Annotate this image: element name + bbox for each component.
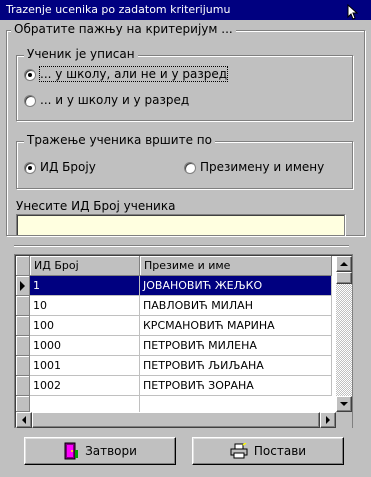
search-by-group-label: Тражење ученика вршите по (24, 133, 215, 147)
criteria-group-label: Обратите пажњу на критеријум ... (11, 22, 236, 36)
cell-id[interactable]: 10 (30, 296, 140, 316)
radio-button[interactable] (184, 162, 196, 174)
cell-name[interactable]: ЈОВАНОВИЋ ЖЕЉКО (140, 276, 332, 296)
row-indicator (16, 376, 30, 396)
mouse-cursor-icon (347, 4, 359, 20)
cell-name[interactable]: КРСМАНОВИЋ МАРИНА (140, 316, 332, 336)
scroll-down-button[interactable] (336, 396, 352, 412)
arrow-left-icon (22, 416, 26, 424)
radio-school-not-class[interactable]: ... у школу, али не и у разред (24, 66, 234, 83)
close-button-label: Затвори (85, 444, 137, 458)
cell-id[interactable]: 100 (30, 316, 140, 336)
row-indicator (16, 396, 30, 412)
table-row[interactable]: 1002 ПЕТРОВИЋ ЗОРАНА (16, 376, 332, 396)
row-indicator (16, 316, 30, 336)
row-indicator (16, 276, 30, 296)
column-header-id[interactable]: ИД Број (30, 256, 140, 276)
column-header-name[interactable]: Презиме и име (140, 256, 332, 276)
table-row[interactable]: 100 КРСМАНОВИЋ МАРИНА (16, 316, 332, 336)
cell-name[interactable]: ПЕТРОВИЋ МИЛЕНА (140, 336, 332, 356)
radio-label: ... у школу, али не и у разред (38, 66, 229, 82)
radio-label: ... и у школу и у разред (40, 93, 190, 107)
students-grid[interactable]: ИД Број Презиме и име 1 ЈОВАНОВИЋ ЖЕЉКО … (14, 254, 353, 428)
grid-corner (16, 256, 30, 276)
cell-id[interactable]: 1001 (30, 356, 140, 376)
door-exit-icon (64, 442, 79, 460)
current-row-arrow-icon (20, 281, 25, 291)
table-row[interactable]: 10 ПАВЛОВИЋ МИЛАН (16, 296, 332, 316)
divider (14, 245, 349, 247)
id-input[interactable] (16, 214, 345, 236)
arrow-right-icon (326, 416, 330, 424)
row-indicator (16, 336, 30, 356)
row-indicator (16, 296, 30, 316)
title-bar: Trazenje ucenika po zadatom kriterijumu (0, 0, 371, 20)
radio-button[interactable] (24, 162, 36, 174)
cell-name[interactable]: ПЕТРОВИЋ ЗОРАНА (140, 376, 332, 396)
scroll-h-thumb[interactable] (32, 412, 320, 428)
close-button[interactable]: Затвори (24, 437, 176, 465)
radio-by-name[interactable]: Презимену и имену (184, 160, 344, 176)
arrow-up-icon (340, 262, 348, 266)
radio-button[interactable] (24, 69, 36, 81)
scroll-left-button[interactable] (16, 412, 32, 428)
radio-school-and-class[interactable]: ... и у школу и у разред (24, 93, 224, 109)
cell-name[interactable]: ПЕТРОВИЋ ЉИЉАНА (140, 356, 332, 376)
horizontal-scrollbar[interactable] (16, 412, 336, 428)
radio-by-id[interactable]: ИД Броју (24, 160, 144, 176)
scroll-thumb[interactable] (336, 272, 352, 284)
table-row[interactable]: 1001 ПЕТРОВИЋ ЉИЉАНА (16, 356, 332, 376)
radio-button[interactable] (24, 95, 36, 107)
cell-name[interactable]: ПАВЛОВИЋ МИЛАН (140, 296, 332, 316)
arrow-down-icon (340, 402, 348, 406)
grid-rows: 1 ЈОВАНОВИЋ ЖЕЉКО 10 ПАВЛОВИЋ МИЛАН 100 … (16, 276, 332, 412)
vertical-scrollbar[interactable] (336, 256, 352, 412)
set-button-label: Постави (253, 444, 307, 458)
id-input-label: Унесите ИД Број ученика (16, 199, 176, 213)
table-row-partial (16, 396, 332, 412)
enrolled-group-label: Ученик је уписан (24, 47, 138, 61)
table-row[interactable]: 1000 ПЕТРОВИЋ МИЛЕНА (16, 336, 332, 356)
radio-label: ИД Броју (40, 160, 96, 174)
window-title: Trazenje ucenika po zadatom kriterijumu (6, 3, 231, 16)
printer-icon (230, 443, 248, 459)
radio-label: Презимену и имену (200, 160, 325, 174)
scroll-up-button[interactable] (336, 256, 352, 272)
row-indicator (16, 356, 30, 376)
table-row[interactable]: 1 ЈОВАНОВИЋ ЖЕЉКО (16, 276, 332, 296)
set-button[interactable]: Постави (192, 437, 344, 465)
scroll-right-button[interactable] (320, 412, 336, 428)
cell-id[interactable]: 1002 (30, 376, 140, 396)
scroll-corner (336, 412, 352, 428)
cell-id[interactable]: 1 (30, 276, 140, 296)
cell-id[interactable]: 1000 (30, 336, 140, 356)
enrolled-group (16, 55, 353, 121)
